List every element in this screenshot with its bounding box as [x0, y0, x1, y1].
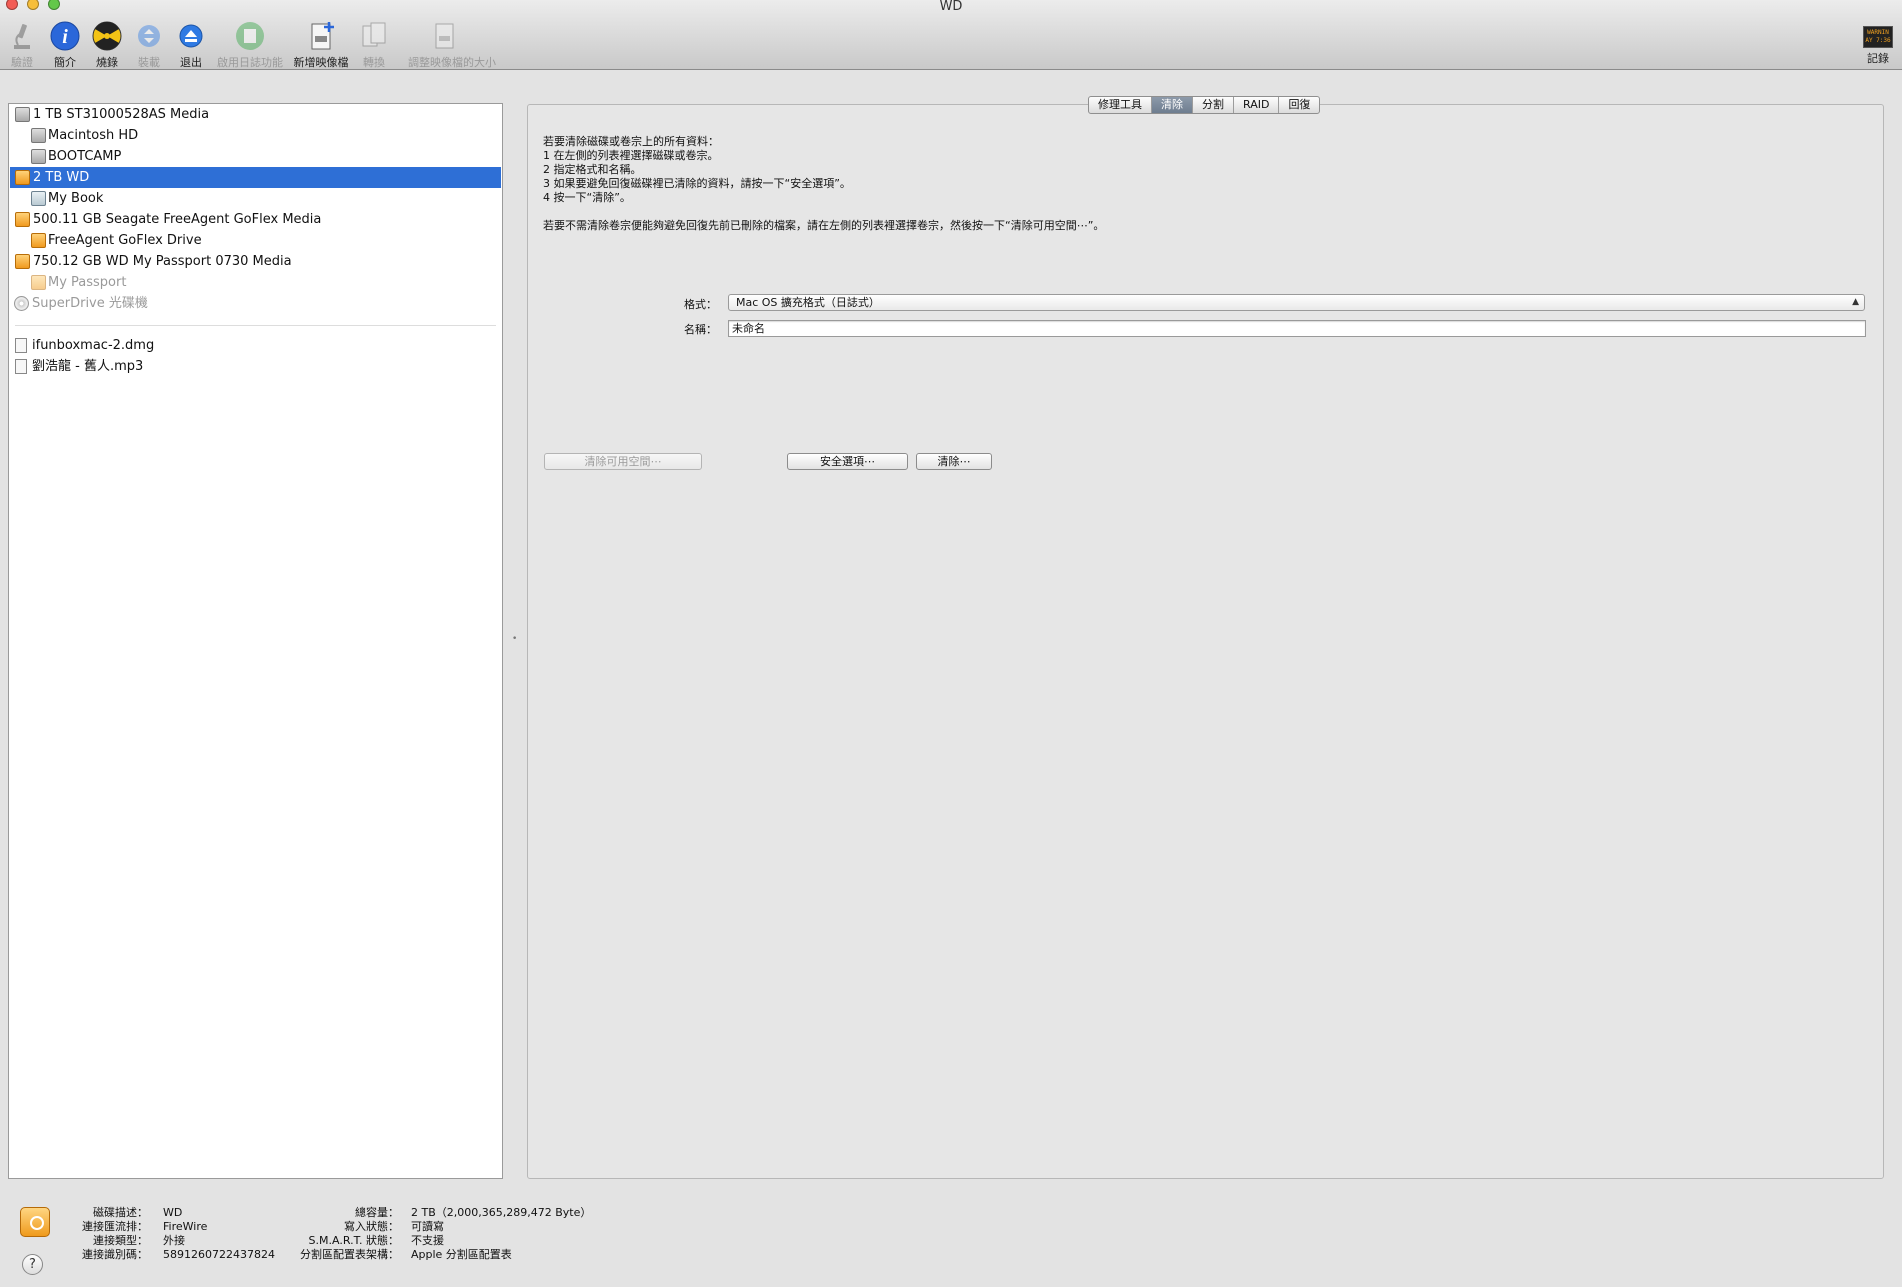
instruction-line: 4 按一下“清除”。 — [543, 191, 631, 204]
info-key: 分割區配置表架構： — [300, 1248, 399, 1261]
resize-image-icon — [428, 20, 460, 52]
external-disk-icon — [15, 254, 30, 269]
sidebar-item-image-file[interactable]: ifunboxmac-2.dmg — [10, 335, 501, 356]
erase-instructions: 若要清除磁碟或卷宗上的所有資料： 1 在左側的列表裡選擇磁碟或卷宗。 2 指定格… — [543, 135, 1104, 233]
erase-panel — [527, 104, 1884, 1179]
free-space-note: 若要不需清除卷宗便能夠避免回復先前已刪除的檔案，請在左側的列表裡選擇卷宗，然後按… — [543, 219, 1105, 232]
external-disk-icon — [15, 170, 30, 185]
instruction-line: 2 指定格式和名稱。 — [543, 163, 642, 176]
info-key: 寫入狀態： — [344, 1220, 399, 1233]
journal-icon — [234, 20, 266, 52]
sidebar-item-volume[interactable]: My Passport — [10, 272, 501, 293]
info-key: 總容量： — [355, 1206, 399, 1219]
sidebar-separator — [15, 325, 496, 326]
info-value: 5891260722437824 — [163, 1248, 275, 1261]
sidebar-item-image-file[interactable]: 劉浩龍 - 舊人.mp3 — [10, 356, 501, 377]
sidebar-item-disk[interactable]: 1 TB ST31000528AS Media — [10, 104, 501, 125]
sidebar-item-volume[interactable]: FreeAgent GoFlex Drive — [10, 230, 501, 251]
sidebar-item-disk-selected[interactable]: 2 TB WD — [10, 167, 501, 188]
enable-journaling-button[interactable]: 啟用日誌功能 — [214, 20, 286, 70]
log-button[interactable]: WARNIN AY 7:36 記錄 — [1842, 20, 1902, 66]
info-value: FireWire — [163, 1220, 208, 1233]
toolbar: WD 驗證 i 簡介 燒錄 裝載 退出 啟用日誌功能 新增映像檔 轉換 調整映像… — [0, 0, 1902, 70]
info-value: WD — [163, 1206, 183, 1219]
instruction-line: 1 在左側的列表裡選擇磁碟或卷宗。 — [543, 149, 719, 162]
info-value: 不支援 — [411, 1234, 444, 1247]
format-label: 格式： — [684, 298, 717, 311]
volume-icon — [31, 128, 46, 143]
tab-restore[interactable]: 回復 — [1278, 97, 1319, 113]
tab-erase[interactable]: 清除 — [1151, 97, 1192, 113]
mybook-volume-icon — [31, 191, 46, 206]
disk-list[interactable]: 1 TB ST31000528AS Media Macintosh HD BOO… — [8, 103, 503, 1179]
info-value: 可讀寫 — [411, 1220, 444, 1233]
disk-image-icon — [15, 338, 27, 353]
resize-image-button[interactable]: 調整映像檔的大小 — [408, 20, 496, 70]
external-disk-icon — [15, 212, 30, 227]
sidebar-item-volume[interactable]: My Book — [10, 188, 501, 209]
erase-free-space-button[interactable]: 清除可用空間⋯ — [544, 453, 702, 470]
disk-info-right: 總容量： 2 TB（2,000,365,289,472 Byte） 寫入狀態： … — [300, 1206, 700, 1266]
disk-image-icon — [15, 359, 27, 374]
volume-icon — [31, 149, 46, 164]
tab-bar: 修理工具 清除 分割 RAID 回復 — [1088, 96, 1321, 114]
instruction-line: 3 如果要避免回復磁碟裡已清除的資料，請按一下“安全選項”。 — [543, 177, 851, 190]
format-select[interactable]: Mac OS 擴充格式（日誌式） ▲ — [728, 294, 1865, 311]
disk-info-left: 磁碟描述： WD 連接匯流排： FireWire 連接類型： 外接 連接識別碼：… — [0, 1206, 300, 1266]
info-key: 連接識別碼： — [82, 1248, 148, 1261]
format-value: Mac OS 擴充格式（日誌式） — [736, 296, 880, 309]
name-label: 名稱： — [684, 323, 717, 336]
new-image-icon — [305, 20, 337, 52]
sidebar-item-volume[interactable]: Macintosh HD — [10, 125, 501, 146]
sidebar-item-disk[interactable]: 750.12 GB WD My Passport 0730 Media — [10, 251, 501, 272]
external-volume-icon — [31, 275, 46, 290]
sidebar-item-optical-drive[interactable]: SuperDrive 光碟機 — [10, 293, 501, 314]
instruction-line: 若要清除磁碟或卷宗上的所有資料： — [543, 135, 719, 148]
external-volume-icon — [31, 233, 46, 248]
tab-raid[interactable]: RAID — [1233, 97, 1278, 113]
optical-drive-icon — [14, 296, 29, 311]
sidebar-item-disk[interactable]: 500.11 GB Seagate FreeAgent GoFlex Media — [10, 209, 501, 230]
convert-icon — [358, 20, 390, 52]
info-value: 外接 — [163, 1234, 185, 1247]
info-value: 2 TB（2,000,365,289,472 Byte） — [411, 1206, 592, 1219]
log-icon: WARNIN AY 7:36 — [1863, 26, 1893, 48]
log-badge: WARNIN AY 7:36 — [1865, 29, 1891, 44]
eject-icon — [175, 20, 207, 52]
tab-partition[interactable]: 分割 — [1192, 97, 1233, 113]
tab-first-aid[interactable]: 修理工具 — [1089, 97, 1151, 113]
volume-name-field[interactable]: 未命名 — [728, 320, 1866, 337]
erase-button[interactable]: 清除⋯ — [916, 453, 992, 470]
window-title: WD — [939, 0, 963, 14]
security-options-button[interactable]: 安全選項⋯ — [787, 453, 908, 470]
convert-button[interactable]: 轉換 — [338, 20, 410, 70]
info-key: 連接類型： — [93, 1234, 148, 1247]
info-value: Apple 分割區配置表 — [411, 1248, 512, 1261]
info-key: S.M.A.R.T. 狀態： — [308, 1234, 399, 1247]
sidebar-item-volume[interactable]: BOOTCAMP — [10, 146, 501, 167]
updown-arrows-icon: ▲ — [1852, 297, 1859, 307]
splitter-handle[interactable]: • — [512, 634, 517, 644]
info-key: 磁碟描述： — [93, 1206, 148, 1219]
info-key: 連接匯流排： — [82, 1220, 148, 1233]
svg-text:i: i — [62, 26, 68, 48]
internal-disk-icon — [15, 107, 30, 122]
